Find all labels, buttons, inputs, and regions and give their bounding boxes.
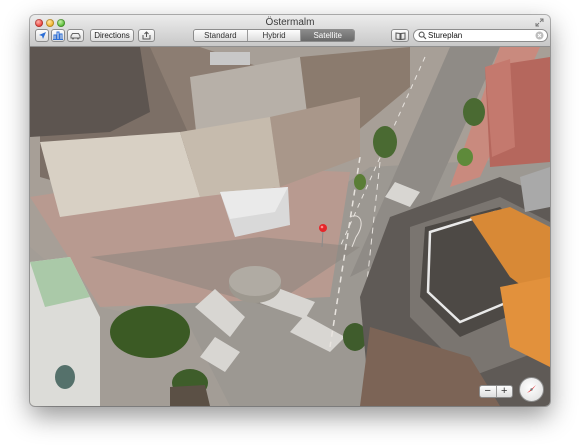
tab-hybrid[interactable]: Hybrid xyxy=(247,30,302,41)
zoom-control: − + xyxy=(479,385,513,398)
window-title: Östermalm xyxy=(265,17,315,28)
bookmarks-icon xyxy=(395,31,405,40)
clear-search-icon[interactable] xyxy=(535,31,544,40)
3d-buildings-icon xyxy=(53,31,63,40)
fullscreen-icon[interactable] xyxy=(535,18,544,27)
search-field[interactable]: Stureplan xyxy=(413,29,548,42)
directions-button[interactable]: Directions xyxy=(90,29,134,42)
share-icon xyxy=(142,31,150,40)
compass-icon xyxy=(527,385,536,393)
location-pin[interactable] xyxy=(319,224,327,232)
title-bar: Östermalm Directions Standard Hybrid Sat… xyxy=(30,15,550,47)
search-icon xyxy=(418,31,427,40)
compass-button[interactable] xyxy=(519,377,544,402)
search-input[interactable]: Stureplan xyxy=(428,31,535,40)
current-location-button[interactable] xyxy=(35,29,49,42)
traffic-button[interactable] xyxy=(67,29,84,42)
tab-satellite[interactable]: Satellite xyxy=(301,30,354,41)
map-imagery xyxy=(30,47,550,406)
location-arrow-icon xyxy=(38,32,46,39)
traffic-car-icon xyxy=(70,32,81,39)
share-button[interactable] xyxy=(138,29,155,42)
tab-standard[interactable]: Standard xyxy=(194,30,248,41)
3d-button[interactable] xyxy=(51,29,65,42)
satellite-map[interactable] xyxy=(30,47,550,406)
zoom-in-button[interactable]: + xyxy=(497,386,513,397)
maps-window: Östermalm Directions Standard Hybrid Sat… xyxy=(30,15,550,406)
map-mode-control: Standard Hybrid Satellite xyxy=(193,29,355,42)
bookmarks-button[interactable] xyxy=(391,29,409,42)
zoom-out-button[interactable]: − xyxy=(480,386,497,397)
